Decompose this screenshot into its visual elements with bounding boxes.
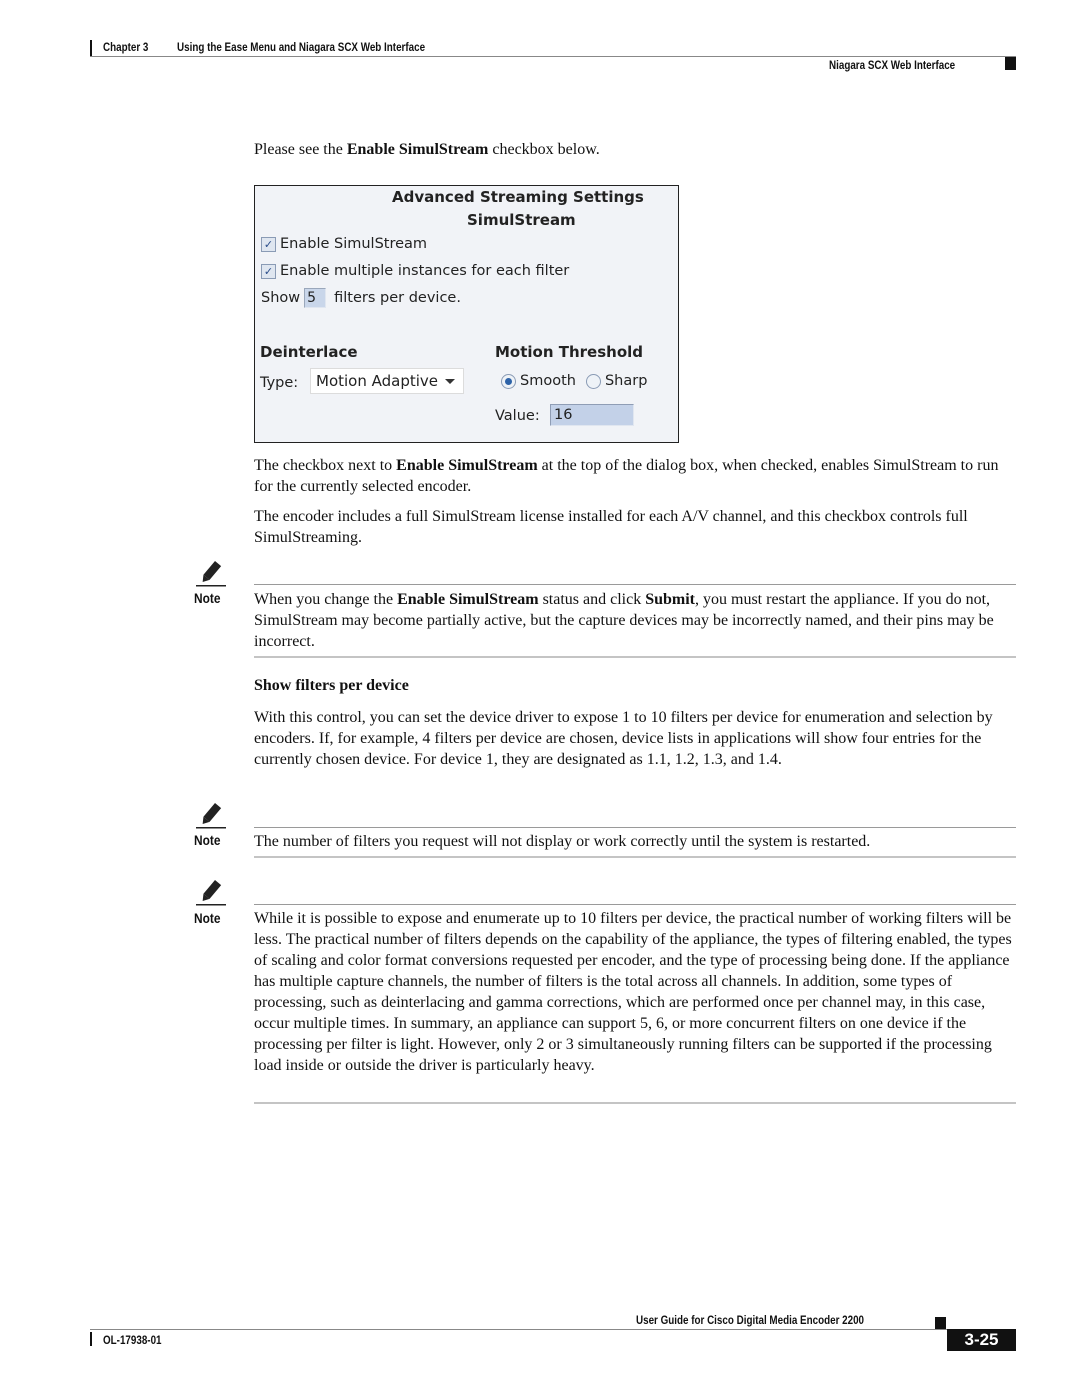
enable-multiple-instances-row[interactable]: ✓ Enable multiple instances for each fil… <box>261 263 569 279</box>
intro-suffix: checkbox below. <box>488 141 600 158</box>
pencil-note-icon <box>196 803 226 829</box>
guide-title: User Guide for Cisco Digital Media Encod… <box>636 1313 865 1327</box>
show-suffix: filters per device. <box>334 290 461 306</box>
show-filters-row: Show 5 filters per device. <box>261 288 461 308</box>
paragraph-enable-simulstream: The checkbox next to Enable SimulStream … <box>254 455 1016 497</box>
enable-simulstream-row[interactable]: ✓ Enable SimulStream <box>261 236 427 252</box>
note3-top-rule <box>254 904 1016 905</box>
note1-b2: Submit <box>645 591 695 608</box>
value-label: Value: <box>495 408 540 424</box>
deinterlace-heading: Deinterlace <box>260 343 358 361</box>
motion-threshold-value-input[interactable]: 16 <box>550 404 634 426</box>
note1-top-rule <box>254 584 1016 585</box>
footer-rule <box>90 1329 947 1330</box>
header-right-block <box>1005 57 1016 70</box>
note2-text: The number of filters you request will n… <box>254 833 871 850</box>
note1-text: When you change the Enable SimulStream s… <box>254 589 1016 652</box>
smooth-radio[interactable] <box>501 373 516 389</box>
smooth-label: Smooth <box>520 373 576 389</box>
note1-label: Note <box>194 590 221 606</box>
motion-threshold-heading: Motion Threshold <box>495 343 644 361</box>
page-number: 3-25 <box>947 1329 1016 1351</box>
section-heading-show-filters: Show filters per device <box>254 677 409 694</box>
header-left-bar <box>90 40 92 56</box>
motion-radio-group: Smooth Sharp <box>501 373 647 389</box>
note3-label: Note <box>194 910 221 926</box>
intro-prefix: Please see the <box>254 141 347 158</box>
note1-bottom-rule <box>254 656 1016 658</box>
note1-t1: When you change the <box>254 591 398 608</box>
note2-bottom-rule <box>254 856 1016 858</box>
enable-simulstream-checkbox[interactable]: ✓ <box>261 236 276 252</box>
deinterlace-type-select[interactable]: Motion Adaptive <box>310 368 464 394</box>
paragraph-show-filters: With this control, you can set the devic… <box>254 709 993 768</box>
pencil-note-icon <box>196 561 226 587</box>
dialog-subtitle: SimulStream <box>467 211 576 229</box>
header-rule <box>90 56 1016 57</box>
advanced-streaming-settings-dialog: Advanced Streaming Settings SimulStream … <box>254 185 679 443</box>
filters-per-device-input[interactable]: 5 <box>304 288 327 308</box>
chapter-label: Chapter 3 <box>103 40 149 54</box>
enable-multiple-instances-checkbox[interactable]: ✓ <box>261 263 276 279</box>
note2-top-rule <box>254 827 1016 828</box>
dialog-title: Advanced Streaming Settings <box>392 188 644 206</box>
para1-prefix: The checkbox next to <box>254 457 397 474</box>
enable-multiple-instances-label: Enable multiple instances for each filte… <box>280 263 570 279</box>
sharp-radio[interactable] <box>585 373 601 389</box>
note2-label: Note <box>194 832 221 848</box>
dropdown-arrow-icon <box>445 379 455 384</box>
section-title: Niagara SCX Web Interface <box>829 58 956 72</box>
footer-right-block <box>935 1317 946 1329</box>
note3-text: While it is possible to expose and enume… <box>254 910 1012 1074</box>
pencil-note-icon <box>196 880 226 906</box>
intro-paragraph: Please see the Enable SimulStream checkb… <box>254 139 1016 160</box>
paragraph-license: The encoder includes a full SimulStream … <box>254 508 968 546</box>
deinterlace-type-value: Motion Adaptive <box>316 372 439 390</box>
chapter-title: Using the Ease Menu and Niagara SCX Web … <box>177 40 426 54</box>
doc-number: OL-17938-01 <box>103 1333 162 1347</box>
footer-left-bar <box>90 1332 92 1346</box>
para1-bold: Enable SimulStream <box>396 457 538 474</box>
note3-bottom-rule <box>254 1102 1016 1104</box>
enable-simulstream-label: Enable SimulStream <box>280 236 428 252</box>
show-prefix: Show <box>261 290 301 306</box>
sharp-label: Sharp <box>604 373 648 389</box>
type-label: Type: <box>260 375 299 391</box>
intro-bold: Enable SimulStream <box>346 141 489 158</box>
note1-t2: status and click <box>538 591 646 608</box>
note1-b1: Enable SimulStream <box>397 591 539 608</box>
